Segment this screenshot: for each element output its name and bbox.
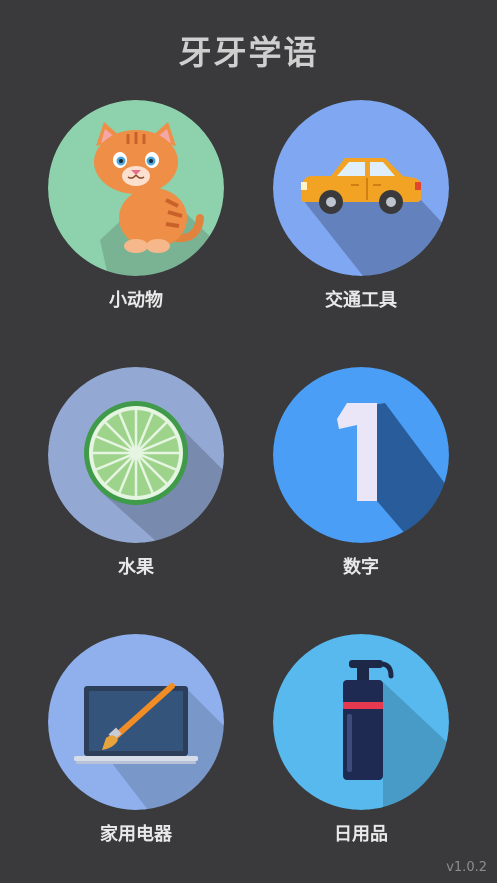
category-transport[interactable]: 交通工具: [273, 100, 449, 320]
category-fruit-label[interactable]: 水果: [48, 553, 224, 579]
monitor-paintbrush-icon: [74, 683, 198, 764]
category-transport-label[interactable]: 交通工具: [273, 286, 449, 312]
category-appliances-label[interactable]: 家用电器: [48, 820, 224, 846]
version-label: v1.0.2: [446, 860, 487, 875]
category-numbers[interactable]: 数字: [273, 367, 449, 587]
category-animals[interactable]: 小动物: [48, 100, 224, 320]
category-numbers-label[interactable]: 数字: [273, 553, 449, 579]
category-daily-goods-label[interactable]: 日用品: [273, 820, 449, 846]
app-title: 牙牙学语: [178, 33, 319, 72]
category-transport-disc[interactable]: [273, 100, 449, 276]
category-daily-goods-disc[interactable]: [273, 634, 449, 810]
category-animals-label[interactable]: 小动物: [48, 286, 224, 312]
category-numbers-disc[interactable]: [273, 367, 449, 543]
category-daily-goods[interactable]: 日用品: [273, 634, 449, 854]
category-animals-disc[interactable]: [48, 100, 224, 276]
category-appliances-disc[interactable]: [48, 634, 224, 810]
category-fruit[interactable]: 水果: [48, 367, 224, 587]
lime-slice-icon: [84, 401, 188, 505]
category-appliances[interactable]: 家用电器: [48, 634, 224, 854]
category-fruit-disc[interactable]: [48, 367, 224, 543]
